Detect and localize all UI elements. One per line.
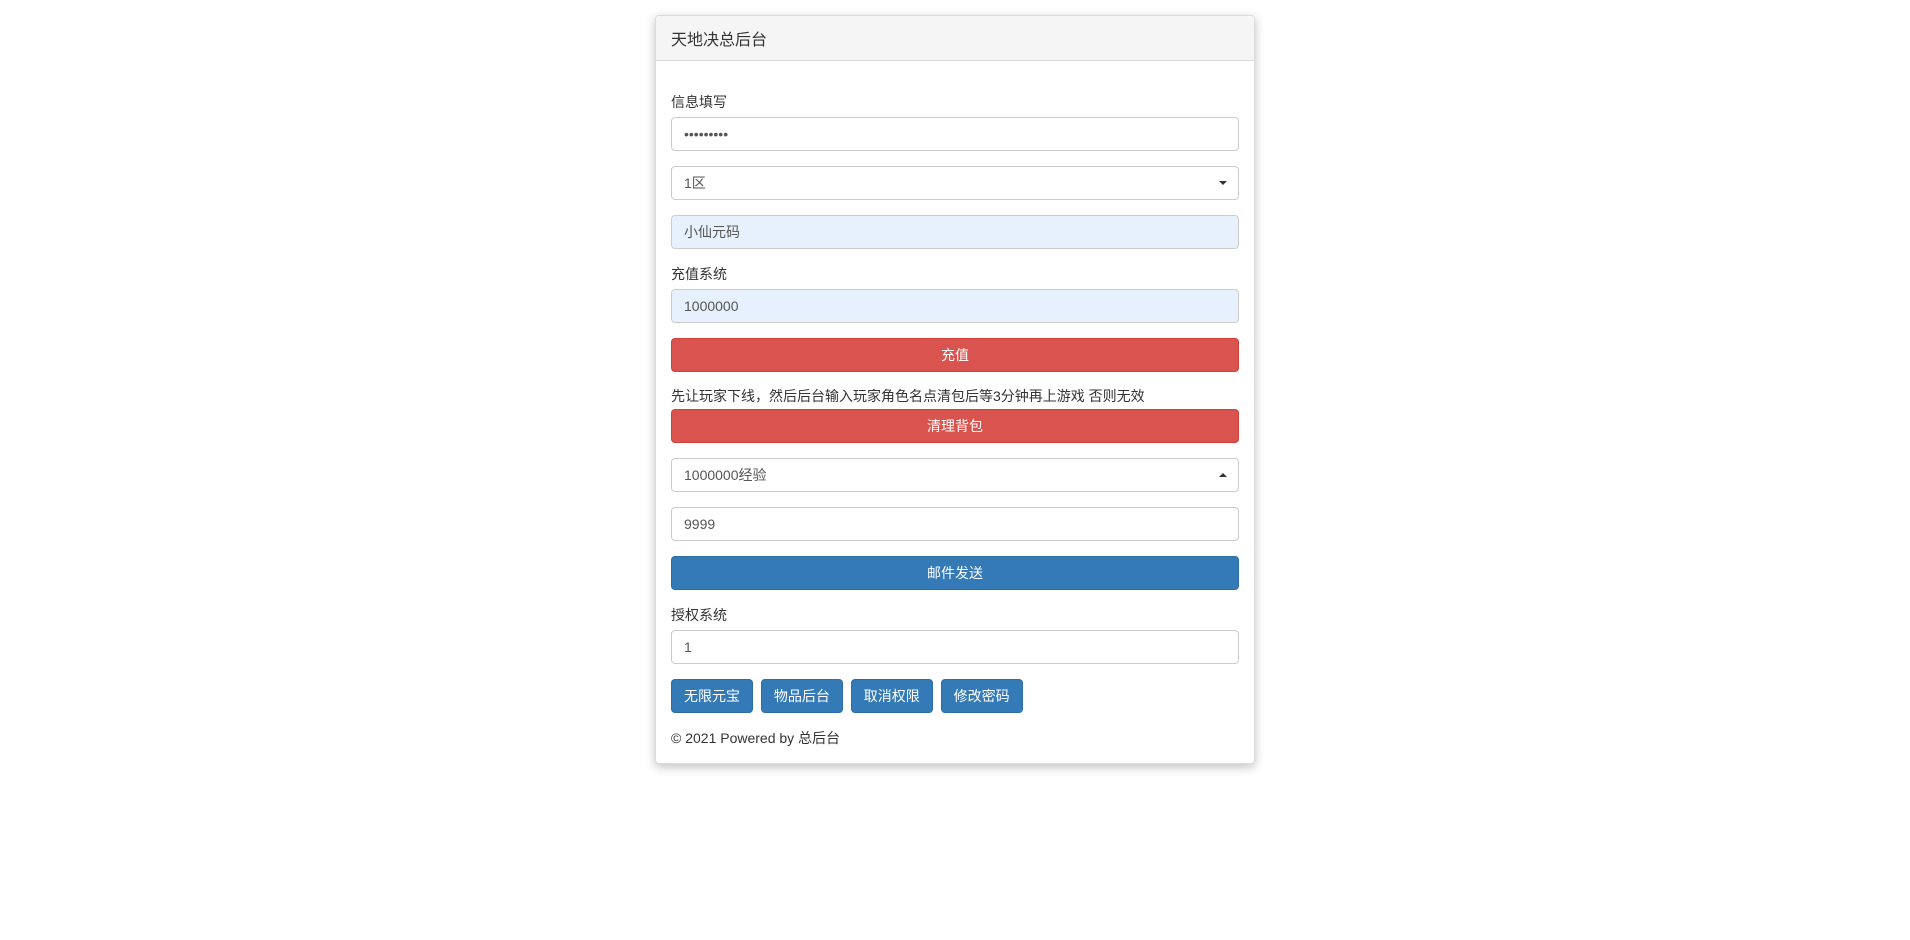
panel-body: 信息填写 1区 充值系统 充值 先让玩家下线: [656, 61, 1254, 763]
mail-qty-input[interactable]: [671, 507, 1239, 541]
clear-bag-button[interactable]: 清理背包: [671, 409, 1239, 443]
footer-text: © 2021 Powered by 总后台: [671, 728, 1239, 748]
panel-title: 天地决总后台: [656, 16, 1254, 61]
password-input[interactable]: [671, 117, 1239, 151]
admin-form: 信息填写 1区 充值系统 充值 先让玩家下线: [671, 92, 1239, 748]
revoke-permission-button[interactable]: 取消权限: [851, 679, 933, 713]
clear-hint-text: 先让玩家下线，然后后台输入玩家角色名点清包后等3分钟再上游戏 否则无效: [671, 387, 1239, 407]
zone-select[interactable]: 1区: [671, 166, 1239, 200]
zone-select-wrap: 1区: [671, 166, 1239, 200]
mail-item-select[interactable]: 1000000经验: [671, 458, 1239, 492]
info-label: 信息填写: [671, 92, 727, 112]
auth-value-input[interactable]: [671, 630, 1239, 664]
items-backend-button[interactable]: 物品后台: [761, 679, 843, 713]
change-password-button[interactable]: 修改密码: [941, 679, 1023, 713]
mail-item-select-wrap: 1000000经验: [671, 458, 1239, 492]
auth-label: 授权系统: [671, 605, 727, 625]
unlimited-gold-button[interactable]: 无限元宝: [671, 679, 753, 713]
main-panel: 天地决总后台 信息填写 1区 充值系统 充: [655, 15, 1255, 764]
auth-button-row: 无限元宝 物品后台 取消权限 修改密码: [671, 679, 1239, 713]
player-name-input[interactable]: [671, 215, 1239, 249]
recharge-label: 充值系统: [671, 264, 727, 284]
recharge-button[interactable]: 充值: [671, 338, 1239, 372]
recharge-amount-input[interactable]: [671, 289, 1239, 323]
mail-send-button[interactable]: 邮件发送: [671, 556, 1239, 590]
